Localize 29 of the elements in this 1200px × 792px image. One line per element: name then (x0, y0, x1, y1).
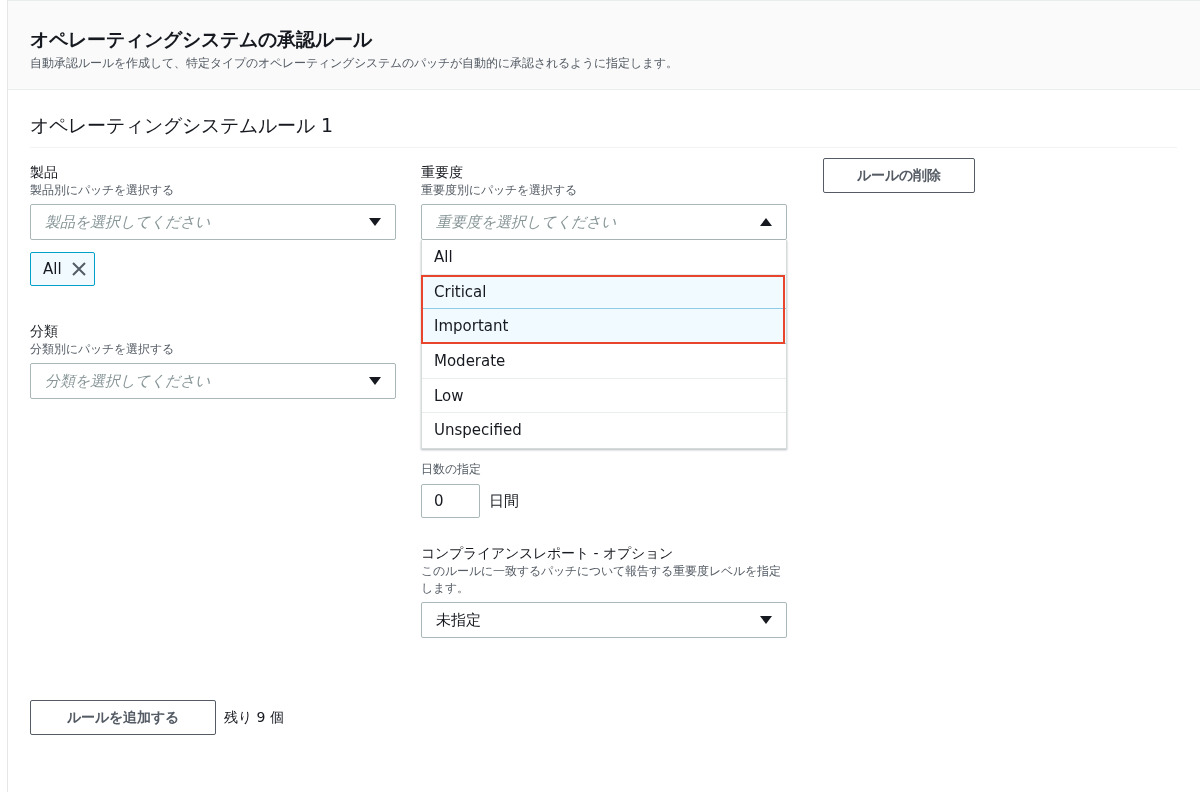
section-title: オペレーティングシステムルール 1 (30, 90, 1177, 148)
field-label: 日数の指定 (421, 461, 482, 478)
page-description: 自動承認ルールを作成して、特定タイプのオペレーティングシステムのパッチが自動的に承認されるように指定します。 (30, 55, 679, 72)
dropdown-option[interactable]: Moderate (422, 344, 786, 379)
field-label: 製品 (30, 163, 59, 182)
dropdown-option[interactable]: Important (422, 309, 786, 345)
field-description: 重要度別にパッチを選択する (421, 182, 578, 199)
number-input[interactable]: 0 (421, 484, 480, 518)
field-description: 分類別にパッチを選択する (30, 341, 175, 358)
dropdown-option[interactable]: Unspecified (422, 413, 786, 449)
dropdown-option[interactable]: Low (422, 378, 786, 414)
field-label: 分類 (30, 322, 59, 341)
field-label: 重要度 (421, 163, 464, 182)
add-rule-button[interactable]: ルールを追加する (30, 700, 216, 735)
field-description: このルールに一致するパッチについて報告する重要度レベルを指定します。 (421, 563, 782, 597)
field-description: 製品別にパッチを選択する (30, 182, 175, 199)
token-label: All (43, 260, 62, 278)
select-field[interactable]: 未指定 (421, 602, 787, 638)
caret-icon (369, 218, 381, 226)
page-title: オペレーティングシステムの承認ルール (30, 27, 373, 52)
caret-icon (760, 616, 772, 624)
caret-icon (369, 377, 381, 385)
close-icon[interactable] (71, 262, 86, 276)
unit-label: 日間 (489, 491, 519, 511)
dropdown-option[interactable]: All (422, 240, 786, 275)
remaining-count: 残り 9 個 (224, 708, 284, 727)
delete-rule-button[interactable]: ルールの削除 (823, 158, 975, 193)
caret-icon (760, 218, 772, 226)
field-label: コンプライアンスレポート - オプション (421, 544, 674, 563)
